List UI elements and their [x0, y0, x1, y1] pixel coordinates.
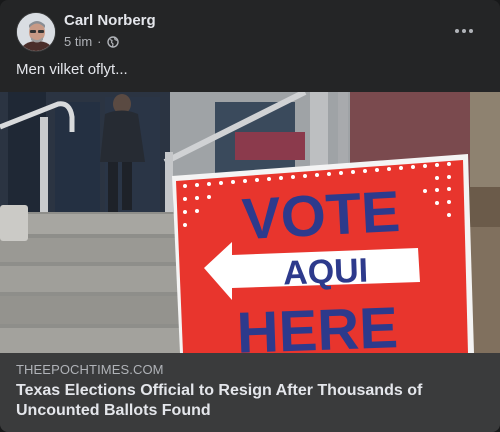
author-avatar[interactable]	[16, 12, 56, 52]
meta-separator: ·	[97, 34, 102, 49]
link-headline[interactable]: Texas Elections Official to Resign After…	[16, 381, 486, 421]
author-name[interactable]: Carl Norberg	[64, 12, 156, 30]
more-options-icon	[455, 29, 459, 33]
link-preview[interactable]: THEEPOCHTIMES.COM Texas Elections Offici…	[0, 353, 500, 432]
link-domain: THEEPOCHTIMES.COM	[16, 362, 164, 377]
more-options-button[interactable]	[446, 20, 482, 42]
post-photo[interactable]: VOTE AQUI HERE	[0, 92, 500, 353]
feed-post: Carl Norberg 5 tim · Men vilket oflyt...	[0, 0, 500, 432]
post-caption: Men vilket oflyt...	[16, 61, 128, 78]
sign-word-here: HERE	[236, 295, 399, 353]
sign-word-aqui: AQUI	[282, 252, 368, 293]
globe-icon[interactable]	[106, 36, 119, 48]
sign-word-vote: VOTE	[240, 179, 401, 252]
vote-sign: VOTE AQUI HERE	[172, 154, 474, 353]
avatar-photo	[17, 13, 55, 51]
post-meta: 5 tim ·	[64, 34, 119, 50]
post-timestamp[interactable]: 5 tim	[64, 34, 92, 50]
vote-sign-photo: VOTE AQUI HERE	[0, 92, 500, 353]
